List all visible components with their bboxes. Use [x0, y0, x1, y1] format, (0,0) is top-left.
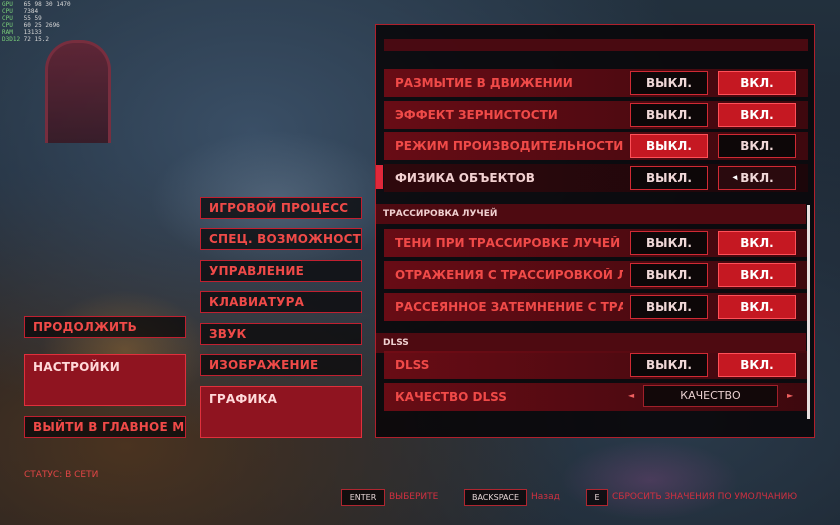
setting-label: ФИЗИКА ОБЪЕКТОВ	[395, 171, 535, 185]
off-option[interactable]: ВЫКЛ.	[630, 103, 708, 127]
background-neon	[560, 440, 740, 520]
setting-row-rt-shadows[interactable]: ТЕНИ ПРИ ТРАССИРОВКЕ ЛУЧЕЙ ВЫКЛ. ВКЛ.	[384, 229, 808, 257]
category-label: КЛАВИАТУРА	[209, 295, 305, 309]
off-option[interactable]: ВЫКЛ.	[630, 353, 708, 377]
off-option[interactable]: ВЫКЛ.	[630, 263, 708, 287]
category-label: СПЕЦ. ВОЗМОЖНОСТИ	[209, 232, 362, 246]
off-option[interactable]: ВЫКЛ.	[630, 295, 708, 319]
enter-key-hint: ENTER	[341, 489, 385, 506]
enter-action-label[interactable]: ВЫБЕРИТЕ	[389, 492, 438, 502]
scrollbar[interactable]	[807, 205, 810, 419]
on-option[interactable]: ВКЛ.	[718, 166, 796, 190]
perf-row: CPU 55 59	[2, 15, 42, 22]
off-option[interactable]: ВЫКЛ.	[630, 71, 708, 95]
setting-label: ОТРАЖЕНИЯ С ТРАССИРОВКОЙ ЛУЧ	[395, 268, 623, 282]
section-title: DLSS	[383, 338, 409, 348]
on-option[interactable]: ВКЛ.	[718, 231, 796, 255]
category-audio[interactable]: ЗВУК	[200, 323, 362, 345]
exit-to-main-menu-button[interactable]: ВЫЙТИ В ГЛАВНОЕ МЕН	[24, 416, 186, 438]
background-archway	[45, 40, 111, 143]
dlss-quality-selector[interactable]: КАЧЕСТВО	[643, 385, 778, 407]
category-graphics[interactable]: ГРАФИКА	[200, 386, 362, 438]
off-option[interactable]: ВЫКЛ.	[630, 166, 708, 190]
on-option[interactable]: ВКЛ.	[718, 295, 796, 319]
setting-row-rt-ambient-occlusion[interactable]: РАССЕЯННОЕ ЗАТЕМНЕНИЕ С ТРАСС ВЫКЛ. ВКЛ.	[384, 293, 808, 321]
category-label: ИГРОВОЙ ПРОЦЕСС	[209, 201, 349, 215]
perf-row: CPU 7384	[2, 8, 39, 15]
back-action-label[interactable]: Назад	[531, 492, 560, 502]
setting-label: РАССЕЯННОЕ ЗАТЕМНЕНИЕ С ТРАСС	[395, 300, 623, 314]
exit-label: ВЫЙТИ В ГЛАВНОЕ МЕН	[33, 420, 185, 434]
perf-row: D3D12 72 15.2	[2, 36, 49, 43]
online-status: СТАТУС: В СЕТИ	[24, 470, 99, 480]
setting-label: КАЧЕСТВО DLSS	[395, 390, 507, 404]
setting-label: DLSS	[395, 358, 430, 372]
e-key-hint: E	[586, 489, 608, 506]
on-option[interactable]: ВКЛ.	[718, 71, 796, 95]
settings-label: НАСТРОЙКИ	[33, 360, 121, 374]
setting-row-object-physics[interactable]: ФИЗИКА ОБЪЕКТОВ ВЫКЛ. ВКЛ.	[384, 164, 808, 192]
setting-label: РАЗМЫТИЕ В ДВИЖЕНИИ	[395, 76, 573, 90]
reset-defaults-label[interactable]: СБРОСИТЬ ЗНАЧЕНИЯ ПО УМОЛЧАНИЮ	[612, 492, 797, 502]
off-option[interactable]: ВЫКЛ.	[630, 231, 708, 255]
on-option[interactable]: ВКЛ.	[718, 103, 796, 127]
perf-row: GPU 65 98 30 1470	[2, 1, 71, 8]
arrow-left-icon[interactable]: ◄	[628, 391, 634, 400]
category-gameplay[interactable]: ИГРОВОЙ ПРОЦЕСС	[200, 197, 362, 219]
performance-overlay: GPU 65 98 30 1470 CPU 7384 CPU 55 59 CPU…	[2, 1, 71, 43]
setting-row-film-grain[interactable]: ЭФФЕКТ ЗЕРНИСТОСТИ ВЫКЛ. ВКЛ.	[384, 101, 808, 129]
setting-label: ТЕНИ ПРИ ТРАССИРОВКЕ ЛУЧЕЙ	[395, 236, 621, 250]
category-label: УПРАВЛЕНИЕ	[209, 264, 304, 278]
backspace-key-hint: BACKSPACE	[464, 489, 527, 506]
perf-row: RAM 13133	[2, 29, 42, 36]
on-option[interactable]: ВКЛ.	[718, 263, 796, 287]
section-title: ТРАССИРОВКА ЛУЧЕЙ	[383, 209, 498, 219]
partially-hidden-row	[384, 39, 808, 51]
continue-label: ПРОДОЛЖИТЬ	[33, 320, 137, 334]
settings-button[interactable]: НАСТРОЙКИ	[24, 354, 186, 406]
category-label: ИЗОБРАЖЕНИЕ	[209, 358, 319, 372]
category-label: ЗВУК	[209, 327, 247, 341]
on-option[interactable]: ВКЛ.	[718, 353, 796, 377]
section-header-dlss: DLSS	[376, 333, 806, 353]
setting-row-dlss[interactable]: DLSS ВЫКЛ. ВКЛ.	[384, 351, 808, 379]
category-keyboard[interactable]: КЛАВИАТУРА	[200, 291, 362, 313]
category-display[interactable]: ИЗОБРАЖЕНИЕ	[200, 354, 362, 376]
setting-row-rt-reflections[interactable]: ОТРАЖЕНИЯ С ТРАССИРОВКОЙ ЛУЧ ВЫКЛ. ВКЛ.	[384, 261, 808, 289]
setting-label: ЭФФЕКТ ЗЕРНИСТОСТИ	[395, 108, 558, 122]
category-accessibility[interactable]: СПЕЦ. ВОЗМОЖНОСТИ	[200, 228, 362, 250]
section-header-ray-tracing: ТРАССИРОВКА ЛУЧЕЙ	[376, 204, 806, 224]
perf-row: CPU 60 25 2696	[2, 22, 60, 29]
setting-row-motion-blur[interactable]: РАЗМЫТИЕ В ДВИЖЕНИИ ВЫКЛ. ВКЛ.	[384, 69, 808, 97]
selection-marker	[376, 165, 383, 189]
setting-row-performance-mode[interactable]: РЕЖИМ ПРОИЗВОДИТЕЛЬНОСТИ ПІ ВЫКЛ. ВКЛ.	[384, 132, 808, 160]
category-controls[interactable]: УПРАВЛЕНИЕ	[200, 260, 362, 282]
graphics-settings-panel: РАЗМЫТИЕ В ДВИЖЕНИИ ВЫКЛ. ВКЛ. ЭФФЕКТ ЗЕ…	[375, 24, 815, 438]
continue-button[interactable]: ПРОДОЛЖИТЬ	[24, 316, 186, 338]
category-label: ГРАФИКА	[209, 392, 278, 406]
off-option[interactable]: ВЫКЛ.	[630, 134, 708, 158]
setting-label: РЕЖИМ ПРОИЗВОДИТЕЛЬНОСТИ ПІ	[395, 139, 623, 153]
arrow-right-icon[interactable]: ►	[787, 391, 793, 400]
on-option[interactable]: ВКЛ.	[718, 134, 796, 158]
